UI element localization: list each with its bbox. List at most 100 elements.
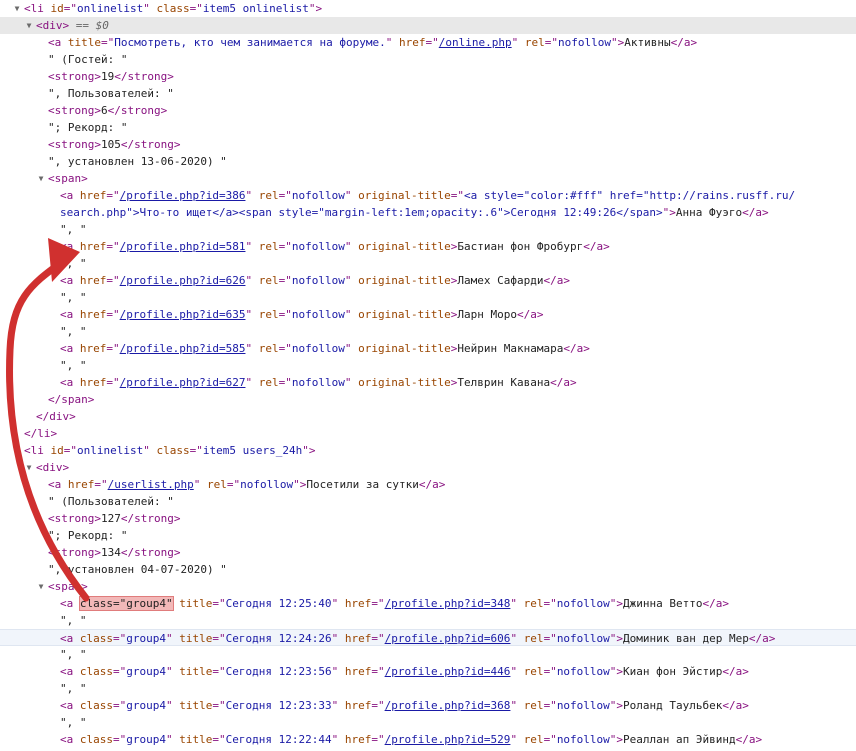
dom-node-line[interactable]: ", установлен 04-07-2020) "	[0, 561, 856, 578]
dom-node-line[interactable]: <a class="group4" title="Сегодня 12:23:5…	[0, 663, 856, 680]
attribute-link[interactable]: /profile.php?id=635	[120, 308, 246, 321]
dom-node-line[interactable]: </li>	[0, 425, 856, 442]
attribute-link[interactable]: /profile.php?id=529	[385, 733, 511, 746]
dom-node-line[interactable]: ", "	[0, 680, 856, 697]
attribute-name: href	[79, 342, 107, 355]
dom-node-line[interactable]: ▼ <span>	[0, 170, 856, 187]
node-markup: <a href="/profile.php?id=386" rel="nofol…	[60, 187, 795, 204]
attribute-value: nofollow	[291, 274, 345, 287]
tag-token: <strong>	[48, 70, 101, 83]
attribute-link[interactable]: /profile.php?id=348	[385, 597, 511, 610]
dom-node-line[interactable]: <strong>6</strong>	[0, 102, 856, 119]
tag-token: <div>	[36, 461, 70, 474]
dom-node-line[interactable]: <strong>19</strong>	[0, 68, 856, 85]
dom-node-line[interactable]: "; Рекорд: "	[0, 119, 856, 136]
attribute-link[interactable]: /profile.php?id=606	[385, 632, 511, 645]
dom-node-line[interactable]: ", "	[0, 221, 856, 238]
tag-token: </a>	[543, 274, 571, 287]
dom-node-line[interactable]: search.php">Что-то ищет</a><span style="…	[0, 204, 856, 221]
tag-token: <a	[60, 733, 80, 746]
dom-node-line[interactable]: " (Гостей: "	[0, 51, 856, 68]
dom-node-line[interactable]: ", "	[0, 646, 856, 663]
tag-token: "	[510, 699, 524, 712]
text-node: ", "	[60, 291, 87, 304]
attribute-link[interactable]: /userlist.php	[108, 478, 194, 491]
dom-node-line[interactable]: ", Пользователей: "	[0, 85, 856, 102]
dom-node-line[interactable]: ▼ <div>	[0, 459, 856, 476]
node-markup: <div> == $0	[36, 17, 109, 34]
node-markup: ", "	[60, 612, 87, 629]
attribute-link[interactable]: /profile.php?id=585	[120, 342, 246, 355]
node-markup: ", "	[60, 357, 87, 374]
expand-triangle-icon[interactable]: ▼	[12, 0, 22, 17]
dom-node-line[interactable]: </span>	[0, 391, 856, 408]
attribute-link[interactable]: /profile.php?id=386	[120, 189, 246, 202]
expand-triangle-icon[interactable]: ▼	[24, 459, 34, 476]
tag-token: "	[331, 733, 345, 746]
text-node: Нейрин Макнамара	[457, 342, 564, 355]
dom-node-line[interactable]: ", установлен 13-06-2020) "	[0, 153, 856, 170]
tag-token: <strong>	[48, 512, 101, 525]
tag-token: ="	[543, 632, 557, 645]
attribute-link[interactable]: /online.php	[439, 36, 512, 49]
tag-token: <a	[60, 376, 80, 389]
dom-node-line[interactable]: <strong>134</strong>	[0, 544, 856, 561]
dom-node-line[interactable]: <a class="group4" title="Сегодня 12:23:3…	[0, 697, 856, 714]
dom-node-line[interactable]: ▼ <li id="onlinelist" class="item5 online…	[0, 0, 856, 17]
dom-node-line[interactable]: <strong>105</strong>	[0, 136, 856, 153]
dom-node-line[interactable]: <strong>127</strong>	[0, 510, 856, 527]
dom-node-line[interactable]: <a href="/profile.php?id=626" rel="nofol…	[0, 272, 856, 289]
attribute-value: Сегодня 12:23:56	[225, 665, 332, 678]
dom-node-line[interactable]: ", "	[0, 255, 856, 272]
tag-token: ="	[278, 308, 292, 321]
expand-triangle-icon[interactable]: ▼	[36, 578, 46, 595]
dom-node-line[interactable]: ", "	[0, 612, 856, 629]
tag-token: "	[511, 36, 525, 49]
tag-token: </strong>	[107, 104, 168, 117]
attribute-value: group4	[126, 733, 166, 746]
dom-node-line[interactable]: <a class="group4" title="Сегодня 12:24:2…	[0, 629, 856, 646]
tag-token: ="	[212, 733, 226, 746]
dom-node-line[interactable]: <a class="group4" title="Сегодня 12:25:4…	[0, 595, 856, 612]
attribute-value: nofollow	[556, 665, 610, 678]
tag-token: <div>	[36, 19, 70, 32]
tag-token: </a>	[583, 240, 610, 253]
tag-token: ">	[609, 665, 624, 678]
dom-node-line[interactable]: ▼ <li id="onlinelist" class="item5 users_…	[0, 442, 856, 459]
dom-node-line[interactable]: <a class="group4" title="Сегодня 12:22:4…	[0, 731, 856, 748]
dom-node-line[interactable]: <a href="/profile.php?id=635" rel="nofol…	[0, 306, 856, 323]
expand-triangle-icon[interactable]: ▼	[36, 170, 46, 187]
expand-triangle-icon[interactable]: ▼	[12, 442, 22, 459]
attribute-link[interactable]: /profile.php?id=368	[385, 699, 511, 712]
attribute-name: rel	[206, 478, 227, 491]
dom-node-line[interactable]: "; Рекорд: "	[0, 527, 856, 544]
attribute-name: original-title	[358, 274, 451, 287]
tag-token: ="	[113, 632, 127, 645]
attribute-name: href	[344, 632, 372, 645]
node-markup: ", "	[60, 714, 87, 731]
node-markup: <span>	[48, 170, 88, 187]
dom-node-line[interactable]: ▼ <div> == $0	[0, 17, 856, 34]
attribute-value: group4	[126, 632, 166, 645]
expand-triangle-icon[interactable]: ▼	[24, 17, 34, 34]
elements-tree[interactable]: ▼ <li id="onlinelist" class="item5 online…	[0, 0, 856, 748]
dom-node-line[interactable]: <a href="/profile.php?id=386" rel="nofol…	[0, 187, 856, 204]
dom-node-line[interactable]: <a href="/profile.php?id=585" rel="nofol…	[0, 340, 856, 357]
attribute-link[interactable]: /profile.php?id=446	[385, 665, 511, 678]
dom-node-line[interactable]: <a href="/profile.php?id=627" rel="nofol…	[0, 374, 856, 391]
dom-node-line[interactable]: ", "	[0, 714, 856, 731]
dom-node-line[interactable]: <a title="Посмотреть, кто чем занимается…	[0, 34, 856, 51]
dom-node-line[interactable]: ▼ <span>	[0, 578, 856, 595]
attribute-name: rel	[258, 308, 279, 321]
dom-node-line[interactable]: ", "	[0, 357, 856, 374]
attribute-link[interactable]: /profile.php?id=626	[120, 274, 246, 287]
dom-node-line[interactable]: <a href="/userlist.php" rel="nofollow">П…	[0, 476, 856, 493]
dom-node-line[interactable]: ", "	[0, 289, 856, 306]
dom-node-line[interactable]: </div>	[0, 408, 856, 425]
dom-node-line[interactable]: ", "	[0, 323, 856, 340]
tag-token: ="	[425, 36, 439, 49]
attribute-link[interactable]: /profile.php?id=581	[120, 240, 246, 253]
attribute-link[interactable]: /profile.php?id=627	[120, 376, 246, 389]
dom-node-line[interactable]: <a href="/profile.php?id=581" rel="nofol…	[0, 238, 856, 255]
dom-node-line[interactable]: " (Пользователей: "	[0, 493, 856, 510]
